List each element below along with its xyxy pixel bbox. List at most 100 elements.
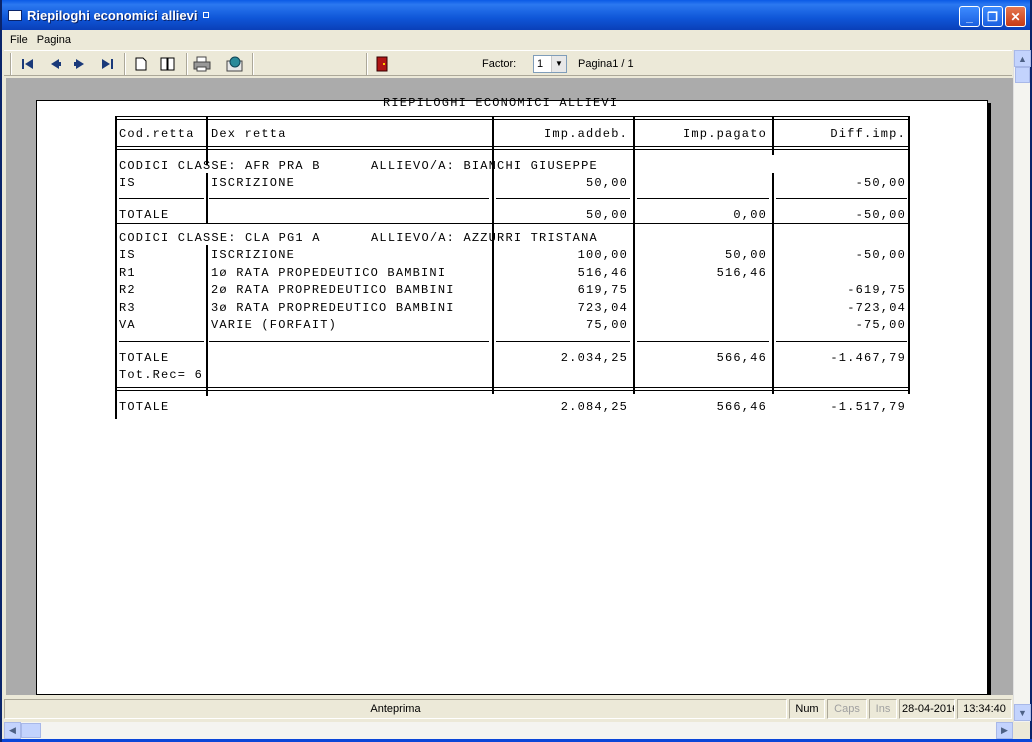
single-page-icon[interactable] (132, 55, 150, 73)
scroll-up-icon[interactable]: ▲ (1014, 50, 1031, 67)
header-diff: Diff.imp. (830, 127, 906, 141)
status-ins: Ins (869, 699, 897, 719)
grand-total-diff: -1.517,79 (830, 400, 906, 414)
horizontal-scroll-thumb[interactable] (21, 723, 41, 738)
header-pagato: Imp.pagato (682, 127, 767, 141)
row-diff: -50,00 (855, 176, 906, 190)
page-indicator: Pagina1 / 1 (578, 58, 634, 70)
subtotal-rule (776, 198, 907, 199)
table-bottom-rule (115, 387, 910, 391)
status-num: Num (789, 699, 825, 719)
row-diff: -50,00 (855, 248, 906, 262)
column-rule (206, 116, 208, 165)
toolbar-separator (252, 53, 254, 75)
vertical-scrollbar[interactable]: ▲ ▼ (1013, 50, 1031, 722)
row-dex: 3ø RATA PROPREDEUTICO BAMBINI (211, 300, 455, 315)
title-marker-icon (202, 12, 209, 18)
row-cod: R1 (119, 265, 136, 280)
scroll-down-icon[interactable]: ▼ (1014, 704, 1031, 721)
status-bar: Anteprima Num Caps Ins 28-04-2016 13:34:… (4, 698, 1012, 720)
column-rule (492, 116, 494, 394)
row-addeb: 619,75 (577, 283, 628, 297)
subtotal-rule (119, 198, 204, 199)
subtotal-rule (209, 341, 489, 342)
column-rule (908, 116, 910, 394)
close-button[interactable]: ✕ (1005, 6, 1026, 27)
total-diff: -1.467,79 (830, 351, 906, 365)
status-date: 28-04-2016 (899, 699, 955, 719)
factor-select[interactable]: 1 ▼ (533, 55, 567, 73)
row-cod: VA (119, 318, 136, 332)
grand-total-addeb: 2.084,25 (560, 400, 628, 414)
row-pagato: 516,46 (716, 265, 767, 280)
total-label: TOTALE (119, 208, 170, 222)
row-dex: ISCRIZIONE (211, 176, 296, 190)
column-rule (115, 116, 117, 419)
record-count: Tot.Rec= 6 (119, 368, 204, 382)
group-heading: CODICI CLASSE: AFR PRA B ALLIEVO/A: BIAN… (119, 159, 598, 173)
report-title: RIEPILOGHI ECONOMICI ALLIEVI (383, 96, 619, 110)
status-caps: Caps (827, 699, 867, 719)
subtotal-rule (496, 198, 630, 199)
vertical-scroll-thumb[interactable] (1015, 67, 1030, 83)
menu-bar: File Pagina (2, 30, 1030, 49)
exit-door-icon[interactable] (373, 55, 391, 73)
status-mode: Anteprima (4, 699, 787, 719)
factor-value: 1 (537, 58, 544, 70)
print-preview-area[interactable]: RIEPILOGHI ECONOMICI ALLIEVI Cod.retta D… (6, 78, 1013, 695)
chevron-down-icon[interactable]: ▼ (551, 56, 566, 72)
first-page-icon[interactable] (19, 55, 37, 73)
row-addeb: 75,00 (585, 318, 628, 332)
window-icon (8, 9, 22, 21)
column-rule (206, 245, 208, 396)
column-rule (772, 116, 774, 155)
menu-pagina[interactable]: Pagina (33, 34, 76, 46)
row-cod: IS (119, 176, 136, 190)
toolbar-separator (366, 53, 368, 75)
total-pagato: 0,00 (733, 208, 767, 222)
row-dex: 1ø RATA PROPEDEUTICO BAMBINI (211, 265, 447, 280)
row-diff: -723,04 (847, 300, 906, 315)
email-icon[interactable] (226, 55, 244, 73)
row-addeb: 100,00 (577, 248, 628, 262)
prev-page-icon[interactable] (46, 55, 64, 73)
minimize-button[interactable]: _ (959, 6, 980, 27)
row-addeb: 723,04 (577, 300, 628, 315)
scroll-right-icon[interactable]: ▶ (996, 722, 1013, 739)
total-addeb: 50,00 (585, 208, 628, 222)
row-addeb: 50,00 (585, 176, 628, 190)
horizontal-scrollbar[interactable]: ◀ ▶ (4, 722, 1013, 739)
status-time: 13:34:40 (957, 699, 1012, 719)
row-dex: VARIE (FORFAIT) (211, 318, 338, 332)
table-top-rule (115, 116, 910, 120)
subtotal-rule (119, 341, 204, 342)
column-rule (633, 116, 635, 394)
last-page-icon[interactable] (98, 55, 116, 73)
total-pagato: 566,46 (716, 351, 767, 365)
report-preview-window: Riepiloghi economici allievi _ ❐ ✕ File … (0, 0, 1032, 742)
row-cod: IS (119, 248, 136, 262)
restore-button[interactable]: ❐ (982, 6, 1003, 27)
row-diff: -75,00 (855, 318, 906, 332)
total-diff: -50,00 (855, 208, 906, 222)
column-rule (772, 173, 774, 394)
scroll-left-icon[interactable]: ◀ (4, 722, 21, 739)
toolbar: Factor: 1 ▼ Pagina1 / 1 (4, 50, 1012, 76)
printer-icon[interactable] (193, 55, 211, 73)
two-pages-icon[interactable] (159, 55, 177, 73)
grand-total-label: TOTALE (119, 400, 170, 414)
subtotal-rule (637, 198, 769, 199)
toolbar-grip (10, 53, 12, 75)
row-addeb: 516,46 (577, 265, 628, 280)
total-label: TOTALE (119, 351, 170, 365)
next-page-icon[interactable] (71, 55, 89, 73)
row-cod: R3 (119, 300, 136, 315)
header-bottom-rule (115, 146, 910, 150)
column-rule (206, 173, 208, 223)
subtotal-rule (496, 341, 630, 342)
menu-file[interactable]: File (2, 34, 33, 46)
group-heading: CODICI CLASSE: CLA PG1 A ALLIEVO/A: AZZU… (119, 231, 598, 245)
header-dex: Dex retta (211, 127, 287, 141)
title-bar[interactable]: Riepiloghi economici allievi _ ❐ ✕ (2, 0, 1030, 30)
report-page: RIEPILOGHI ECONOMICI ALLIEVI Cod.retta D… (36, 96, 988, 695)
